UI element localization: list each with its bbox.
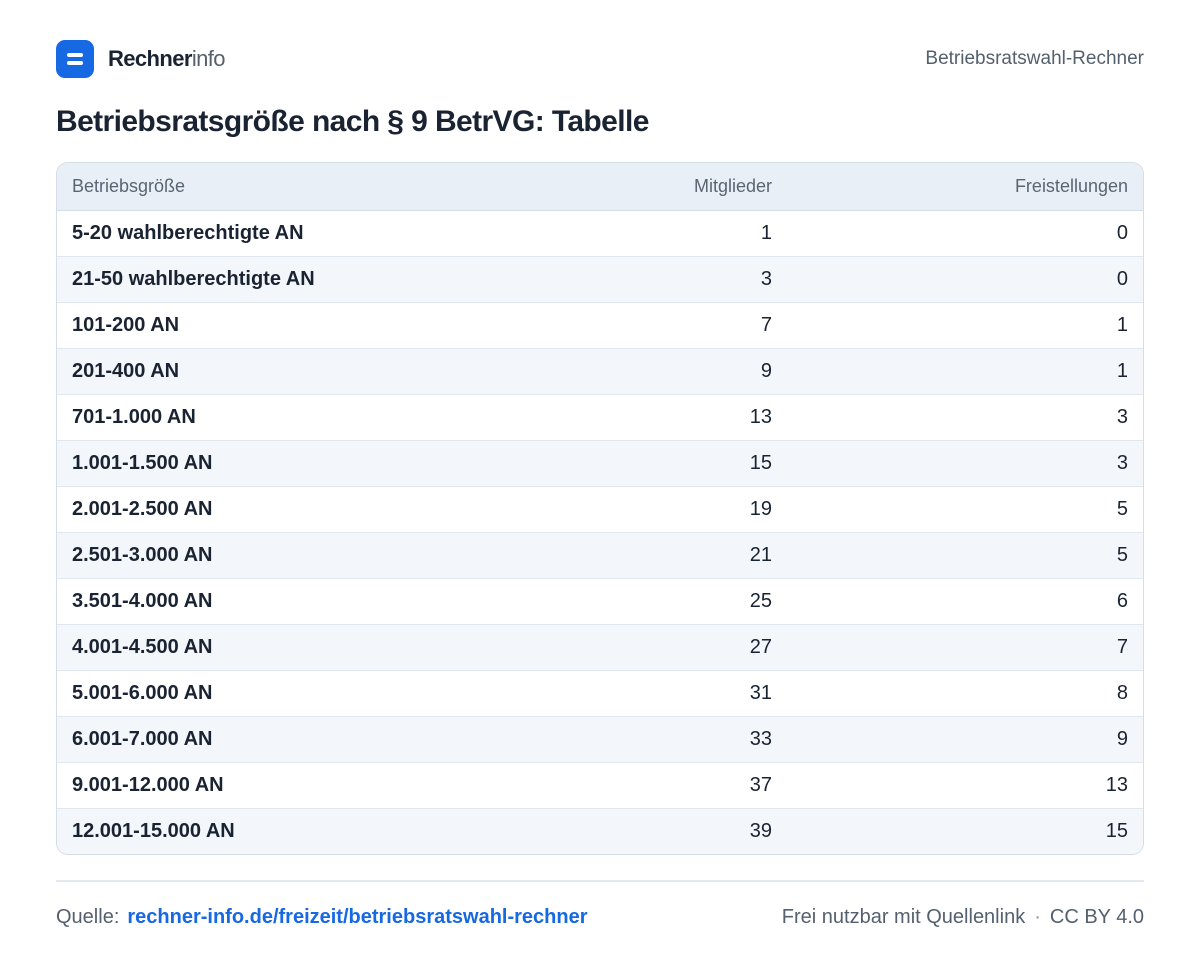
exemptions-cell: 5 — [787, 531, 1143, 578]
members-cell: 27 — [571, 623, 787, 670]
table-row: 3.501-4.000 AN 25 6 — [57, 577, 1143, 624]
page-title: Betriebsratsgröße nach § 9 BetrVG: Tabel… — [56, 105, 649, 138]
size-table-container: Betriebsgröße Mitglieder Freistellungen … — [56, 162, 1144, 855]
members-cell: 25 — [571, 577, 787, 624]
table-row: 12.001-15.000 AN 39 15 — [57, 807, 1143, 854]
members-cell: 39 — [571, 807, 787, 854]
company-size-cell: 12.001-15.000 AN — [57, 807, 571, 854]
separator: · — [1034, 906, 1041, 928]
page-footer: Quelle: rechner-info.de/freizeit/betrieb… — [56, 906, 1144, 929]
table-row: 5.001-6.000 AN 31 8 — [57, 669, 1143, 716]
members-cell: 31 — [571, 669, 787, 716]
column-header-members: Mitglieder — [571, 163, 787, 211]
table-header-row: Betriebsgröße Mitglieder Freistellungen — [57, 163, 1143, 211]
exemptions-cell: 0 — [787, 255, 1143, 302]
exemptions-cell: 3 — [787, 439, 1143, 486]
table-body: 5-20 wahlberechtigte AN 1 0 21-50 wahlberec… — [57, 210, 1143, 854]
source-attribution: Quelle: rechner-info.de/freizeit/betrieb… — [56, 906, 588, 929]
exemptions-cell: 3 — [787, 393, 1143, 440]
company-size-cell: 2.001-2.500 AN — [57, 485, 571, 532]
company-size-cell: 2.501-3.000 AN — [57, 531, 571, 578]
exemptions-cell: 8 — [787, 669, 1143, 716]
members-cell: 1 — [760, 221, 772, 244]
exemptions-cell: 1 — [787, 347, 1143, 394]
column-header-company-size: Betriebsgröße — [57, 163, 571, 211]
table-row: 2.501-3.000 AN 21 5 — [57, 531, 1143, 578]
exemptions-cell: 9 — [787, 715, 1143, 762]
brand-name-bold: Rechner — [108, 46, 192, 71]
footer-divider — [56, 880, 1144, 882]
source-label: Quelle: — [56, 906, 120, 928]
company-size-cell: 21-50 wahlberechtigte AN — [57, 255, 571, 302]
members-cell: 21 — [571, 531, 787, 578]
table-row: 4.001-4.500 AN 27 7 — [57, 623, 1143, 670]
table-row: 9.001-12.000 AN 37 13 — [57, 761, 1143, 808]
members-cell: 13 — [571, 393, 787, 440]
table-row: 5-20 wahlberechtigte AN 1 0 — [57, 210, 1143, 256]
company-size-cell: 1.001-1.500 AN — [57, 439, 571, 486]
usage-note: Frei nutzbar mit Quellenlink — [781, 906, 1026, 928]
brand-logo[interactable]: Rechnerinfo — [56, 40, 226, 78]
license-info: Frei nutzbar mit Quellenlink · CC BY 4.0 — [782, 906, 1144, 929]
company-size-cell: 3.501-4.000 AN — [57, 577, 571, 624]
members-cell: 9 — [571, 347, 787, 394]
company-size-cell: 5.001-6.000 AN — [57, 669, 571, 716]
exemptions-cell: 13 — [787, 761, 1143, 808]
table-row: 2.001-2.500 AN 19 5 — [57, 485, 1143, 532]
company-size-cell: 9.001-12.000 AN — [57, 761, 571, 808]
company-size-cell: 201-400 AN — [57, 347, 571, 394]
exemptions-cell: 1 — [787, 301, 1143, 348]
license-label: CC BY 4.0 — [1049, 906, 1144, 928]
exemptions-cell: 5 — [787, 485, 1143, 532]
source-link[interactable]: rechner-info.de/freizeit/betriebsratswah… — [127, 906, 587, 929]
works-council-size-table: Betriebsgröße Mitglieder Freistellungen … — [57, 163, 1143, 854]
calculator-logo-icon — [56, 40, 94, 78]
members-cell: 33 — [571, 715, 787, 762]
company-size-cell: 101-200 AN — [57, 301, 571, 348]
table-row: 1.001-1.500 AN 15 3 — [57, 439, 1143, 486]
table-row: 201-400 AN 9 1 — [57, 347, 1143, 394]
members-cell: 15 — [571, 439, 787, 486]
company-size-cell: 701-1.000 AN — [57, 393, 571, 440]
column-header-exemptions: Freistellungen — [787, 163, 1143, 211]
members-cell: 7 — [571, 301, 787, 348]
members-cell: 3 — [571, 255, 787, 302]
company-size-cell: 6.001-7.000 AN — [57, 715, 571, 762]
exemptions-cell: 0 — [1116, 221, 1128, 244]
company-size-cell: 5-20 wahlberechtigte AN — [72, 221, 304, 244]
company-size-cell: 4.001-4.500 AN — [57, 623, 571, 670]
brand-name-light: info — [191, 46, 226, 71]
members-cell: 37 — [571, 761, 787, 808]
exemptions-cell: 7 — [787, 623, 1143, 670]
table-row: 6.001-7.000 AN 33 9 — [57, 715, 1143, 762]
brand-name: Rechnerinfo — [108, 46, 226, 72]
exemptions-cell: 6 — [787, 577, 1143, 624]
calculator-name: Betriebsratswahl-Rechner — [925, 48, 1144, 69]
table-row: 21-50 wahlberechtigte AN 3 0 — [57, 255, 1143, 302]
members-cell: 19 — [571, 485, 787, 532]
table-row: 701-1.000 AN 13 3 — [57, 393, 1143, 440]
exemptions-cell: 15 — [787, 807, 1143, 854]
table-row: 101-200 AN 7 1 — [57, 301, 1143, 348]
page-header: Rechnerinfo Betriebsratswahl-Rechner — [56, 40, 1144, 78]
